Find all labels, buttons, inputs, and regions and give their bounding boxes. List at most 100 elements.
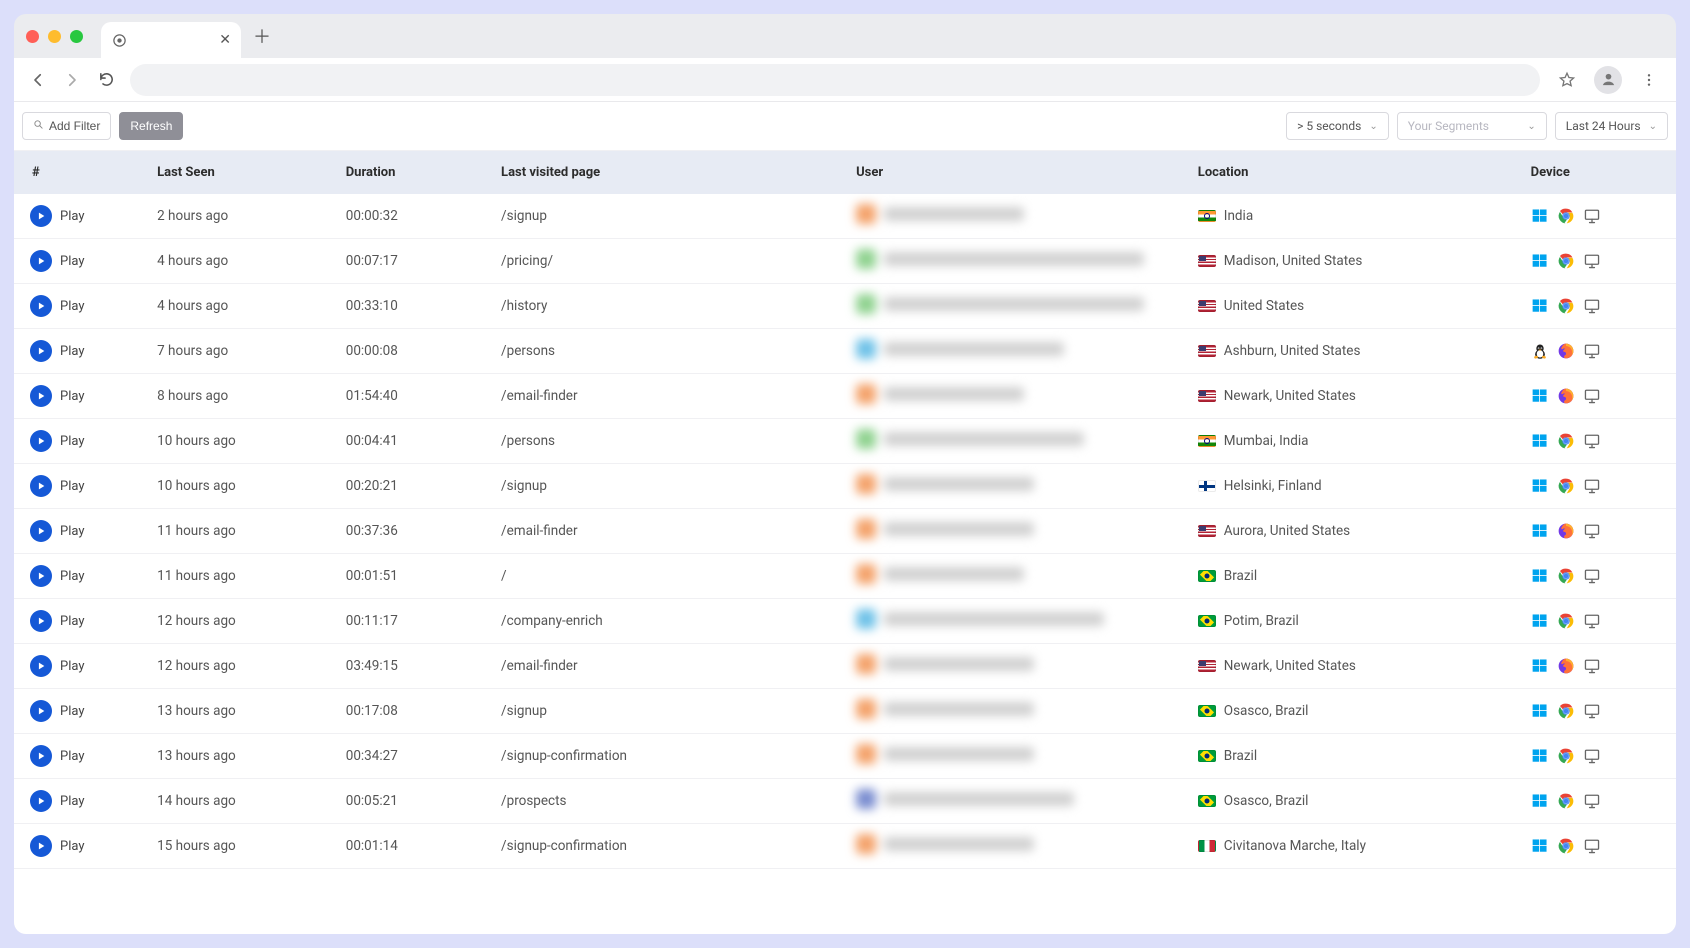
play-button[interactable]: Play	[30, 520, 137, 542]
cell-device	[1531, 387, 1666, 405]
sessions-table-wrap[interactable]: # Last Seen Duration Last visited page U…	[14, 151, 1676, 934]
play-button[interactable]: Play	[30, 205, 137, 227]
windows-os-icon	[1531, 702, 1549, 720]
cell-last-seen: 13 hours ago	[147, 734, 336, 779]
cell-last-seen: 12 hours ago	[147, 599, 336, 644]
cell-user[interactable]	[846, 239, 1188, 284]
cell-user[interactable]	[846, 644, 1188, 689]
cell-user[interactable]	[846, 194, 1188, 239]
cell-location: United States	[1198, 298, 1511, 314]
back-button[interactable]	[28, 70, 48, 90]
cell-user[interactable]	[846, 374, 1188, 419]
cell-last-page: /signup	[491, 689, 846, 734]
flag-icon	[1198, 795, 1216, 807]
play-button[interactable]: Play	[30, 250, 137, 272]
location-text: Ashburn, United States	[1224, 343, 1361, 359]
flag-icon	[1198, 660, 1216, 672]
cell-location: Brazil	[1198, 568, 1511, 584]
desktop-device-icon	[1583, 792, 1601, 810]
flag-icon	[1198, 300, 1216, 312]
play-label: Play	[60, 254, 85, 269]
refresh-button[interactable]: Refresh	[119, 112, 183, 140]
play-icon	[30, 250, 52, 272]
cell-user[interactable]	[846, 824, 1188, 869]
play-label: Play	[60, 389, 85, 404]
address-bar[interactable]	[130, 64, 1540, 96]
desktop-device-icon	[1583, 207, 1601, 225]
windows-os-icon	[1531, 432, 1549, 450]
flag-icon	[1198, 345, 1216, 357]
cell-user[interactable]	[846, 779, 1188, 824]
filter-bar: Add Filter Refresh > 5 seconds ⌄ Your Se…	[14, 102, 1676, 151]
table-row: Play 8 hours ago 01:54:40 /email-finder …	[14, 374, 1676, 419]
segments-dropdown[interactable]: Your Segments ⌄	[1397, 112, 1547, 140]
cell-user[interactable]	[846, 689, 1188, 734]
flag-icon	[1198, 210, 1216, 222]
new-tab-button[interactable]: ＋	[247, 21, 277, 51]
desktop-device-icon	[1583, 702, 1601, 720]
reload-button[interactable]	[96, 70, 116, 90]
table-row: Play 11 hours ago 00:01:51 / Brazil	[14, 554, 1676, 599]
chrome-browser-icon	[1557, 297, 1575, 315]
duration-filter-dropdown[interactable]: > 5 seconds ⌄	[1286, 112, 1389, 140]
play-button[interactable]: Play	[30, 610, 137, 632]
table-row: Play 10 hours ago 00:20:21 /signup Helsi…	[14, 464, 1676, 509]
play-button[interactable]: Play	[30, 790, 137, 812]
play-label: Play	[60, 569, 85, 584]
kebab-menu-icon[interactable]	[1636, 67, 1662, 93]
cell-device	[1531, 612, 1666, 630]
desktop-device-icon	[1583, 432, 1601, 450]
table-row: Play 12 hours ago 00:11:17 /company-enri…	[14, 599, 1676, 644]
cell-duration: 01:54:40	[336, 374, 491, 419]
profile-avatar-icon[interactable]	[1594, 66, 1622, 94]
cell-location: Newark, United States	[1198, 388, 1511, 404]
search-icon	[33, 119, 44, 133]
play-button[interactable]: Play	[30, 295, 137, 317]
play-label: Play	[60, 794, 85, 809]
cell-duration: 00:00:08	[336, 329, 491, 374]
play-button[interactable]: Play	[30, 700, 137, 722]
location-text: India	[1224, 208, 1253, 224]
windows-os-icon	[1531, 522, 1549, 540]
cell-user[interactable]	[846, 599, 1188, 644]
play-button[interactable]: Play	[30, 565, 137, 587]
cell-duration: 00:01:51	[336, 554, 491, 599]
browser-tab[interactable]: ✕	[101, 22, 241, 58]
tab-close-button[interactable]: ✕	[219, 32, 231, 48]
play-button[interactable]: Play	[30, 475, 137, 497]
window-close-button[interactable]	[26, 30, 39, 43]
location-text: Mumbai, India	[1224, 433, 1309, 449]
play-label: Play	[60, 479, 85, 494]
location-text: Osasco, Brazil	[1224, 793, 1309, 809]
location-text: United States	[1224, 298, 1304, 314]
table-row: Play 13 hours ago 00:34:27 /signup-confi…	[14, 734, 1676, 779]
cell-user[interactable]	[846, 509, 1188, 554]
cell-user[interactable]	[846, 554, 1188, 599]
cell-location: Madison, United States	[1198, 253, 1511, 269]
play-button[interactable]: Play	[30, 385, 137, 407]
cell-user[interactable]	[846, 419, 1188, 464]
play-button[interactable]: Play	[30, 745, 137, 767]
cell-user[interactable]	[846, 284, 1188, 329]
cell-last-page: /pricing/	[491, 239, 846, 284]
play-button[interactable]: Play	[30, 655, 137, 677]
cell-user[interactable]	[846, 734, 1188, 779]
play-button[interactable]: Play	[30, 835, 137, 857]
play-icon	[30, 295, 52, 317]
cell-device	[1531, 747, 1666, 765]
play-button[interactable]: Play	[30, 430, 137, 452]
forward-button[interactable]	[62, 70, 82, 90]
window-minimize-button[interactable]	[48, 30, 61, 43]
play-button[interactable]: Play	[30, 340, 137, 362]
cell-device	[1531, 522, 1666, 540]
window-maximize-button[interactable]	[70, 30, 83, 43]
cell-last-page: /signup-confirmation	[491, 824, 846, 869]
cell-user[interactable]	[846, 329, 1188, 374]
table-row: Play 12 hours ago 03:49:15 /email-finder…	[14, 644, 1676, 689]
location-text: Helsinki, Finland	[1224, 478, 1322, 494]
add-filter-button[interactable]: Add Filter	[22, 112, 111, 140]
cell-user[interactable]	[846, 464, 1188, 509]
time-range-dropdown[interactable]: Last 24 Hours ⌄	[1555, 112, 1668, 140]
cell-duration: 00:34:27	[336, 734, 491, 779]
bookmark-star-icon[interactable]	[1554, 67, 1580, 93]
